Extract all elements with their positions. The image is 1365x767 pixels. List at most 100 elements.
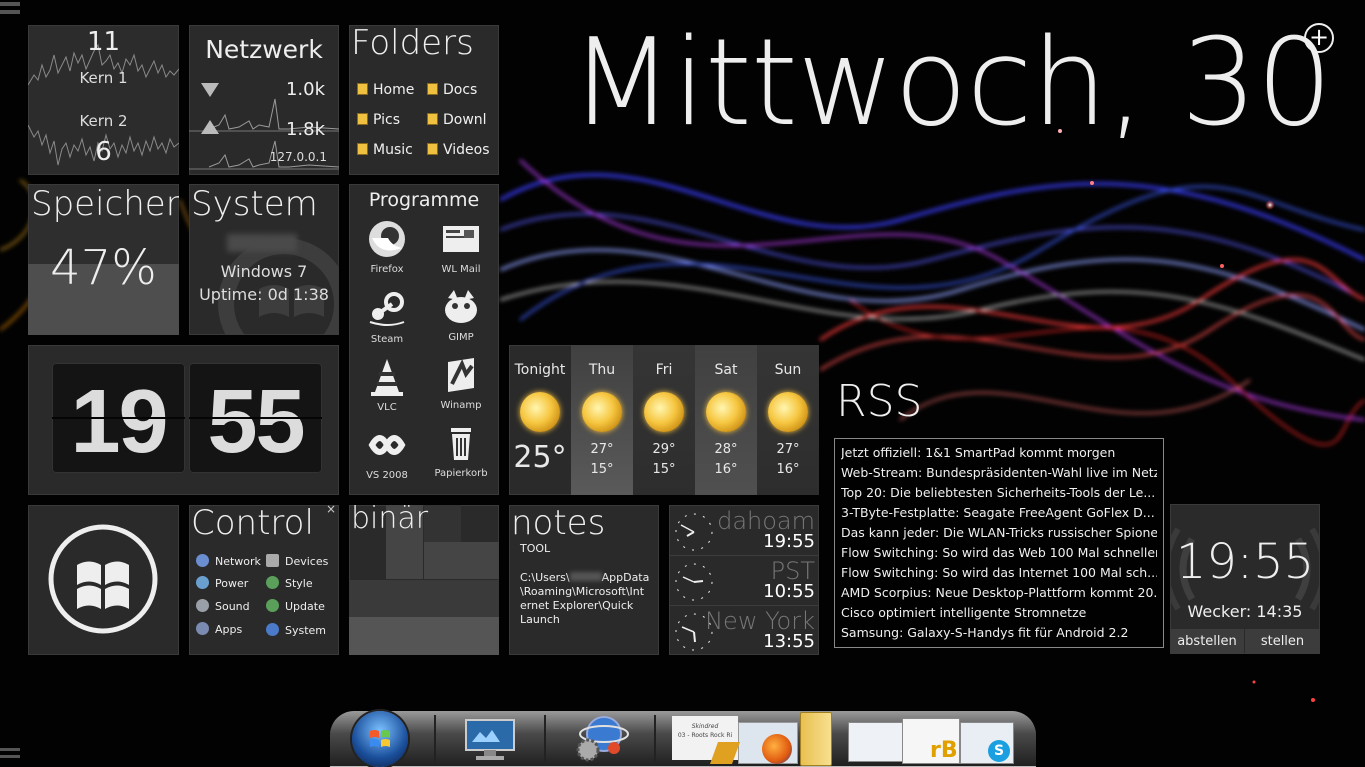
flip-divider xyxy=(189,417,322,419)
program-steam[interactable]: Steam xyxy=(352,288,422,345)
memory-tile[interactable]: Speicher 47% xyxy=(28,184,179,335)
folder-label: Music xyxy=(373,142,413,158)
weather-day-name: Tonight xyxy=(514,362,566,378)
close-icon[interactable]: × xyxy=(326,505,336,516)
add-widget-button[interactable]: + xyxy=(1304,23,1334,53)
folder-link-home[interactable]: Home xyxy=(357,82,414,98)
core1-value: 11 xyxy=(86,27,121,57)
city-time: 13:55 xyxy=(763,631,815,652)
rss-item[interactable]: Flow Switching: So wird das Web 100 Mal … xyxy=(841,543,1157,563)
rss-item[interactable]: Cisco optimiert intelligente Stromnetze xyxy=(841,603,1157,623)
world-clocks-tile: dahoam 19:55 PST 10:55 New York 13:55 xyxy=(669,505,819,655)
rss-item[interactable]: Das kann jeder: Die WLAN-Tricks russisch… xyxy=(841,523,1157,543)
program-label: VS 2008 xyxy=(366,470,408,481)
program-vlc[interactable]: VLC xyxy=(352,356,422,413)
flip-minutes: 55 xyxy=(189,363,322,473)
program-firefox[interactable]: Firefox xyxy=(352,218,422,275)
system-title: System xyxy=(191,184,318,224)
dock-separator xyxy=(544,715,546,763)
rss-item[interactable]: Jetzt offiziell: 1&1 SmartPad kommt morg… xyxy=(841,443,1157,463)
weather-low: 16° xyxy=(776,462,800,477)
start-button-tile[interactable] xyxy=(28,505,179,655)
weather-current-temp: 25° xyxy=(513,440,567,475)
os-name: Windows 7 xyxy=(220,262,308,281)
folder-icon xyxy=(427,83,438,95)
core2-value: 6 xyxy=(95,137,112,167)
weather-low: 15° xyxy=(590,462,614,477)
program-recycle-bin[interactable]: Papierkorb xyxy=(426,422,496,479)
binary-cell xyxy=(386,542,423,579)
flip-divider xyxy=(52,417,185,419)
core1-label: Kern 1 xyxy=(79,69,128,87)
notes-line: C:\Users\ xyxy=(520,571,570,584)
weather-tile[interactable]: Tonight 25° Thu 27° 15° Fri 29° 15° Sat … xyxy=(509,345,819,495)
analog-clock-icon xyxy=(675,563,713,601)
firefox-icon xyxy=(369,221,405,257)
control-style[interactable]: Style xyxy=(266,576,313,590)
notes-title: notes xyxy=(511,505,606,543)
control-sound[interactable]: Sound xyxy=(196,599,250,613)
track-subtitle: 03 - Roots Rock Ri xyxy=(677,732,733,739)
folder-label: Pics xyxy=(373,112,401,128)
notes-tile[interactable]: notes TOOL C:\Users\ AppData \Roaming\Mic… xyxy=(509,505,659,655)
control-system[interactable]: System xyxy=(266,623,326,637)
settings-gear-globe-icon[interactable] xyxy=(572,712,630,764)
rss-item[interactable]: Flow Switching: So wird das Internet 100… xyxy=(841,563,1157,583)
uptime: Uptime: 0d 1:38 xyxy=(199,285,329,304)
program-wl-mail[interactable]: WL Mail xyxy=(426,218,496,275)
window-thumbnail[interactable] xyxy=(848,722,904,762)
folder-icon xyxy=(357,113,368,125)
blurred-computer-name xyxy=(227,234,297,252)
rss-item[interactable]: 3-TByte-Festplatte: Seagate FreeAgent Go… xyxy=(841,503,1157,523)
alarm-set-button[interactable]: stellen xyxy=(1245,629,1320,654)
control-network[interactable]: Network xyxy=(196,554,261,568)
style-palette-icon xyxy=(266,576,279,589)
program-vs2008[interactable]: VS 2008 xyxy=(352,424,422,481)
folder-link-music[interactable]: Music xyxy=(357,142,413,158)
windows-logo-icon xyxy=(48,524,158,634)
rss-item[interactable]: Web-Stream: Bundespräsidenten-Wahl live … xyxy=(841,463,1157,483)
program-gimp[interactable]: GIMP xyxy=(426,286,496,343)
control-label: System xyxy=(285,624,327,637)
control-update[interactable]: Update xyxy=(266,599,325,613)
core2-label: Kern 2 xyxy=(79,112,128,130)
system-tile[interactable]: System Windows 7 Uptime: 0d 1:38 xyxy=(189,184,339,335)
network-title: Netzwerk xyxy=(205,35,323,64)
control-label: Network xyxy=(215,555,261,568)
rss-item[interactable]: Samsung: Galaxy-S-Handys fit für Android… xyxy=(841,623,1157,643)
firefox-taskbar-icon[interactable] xyxy=(762,734,792,764)
control-label: Style xyxy=(285,577,313,590)
rb-app-icon[interactable]: rB xyxy=(930,738,958,763)
folder-label: Home xyxy=(373,82,415,98)
apps-icon xyxy=(196,622,209,635)
rss-item[interactable]: AMD Scorpius: Neue Desktop-Plattform kom… xyxy=(841,583,1157,603)
track-title: Skindred xyxy=(691,723,719,730)
city-time: 19:55 xyxy=(763,531,815,552)
control-power[interactable]: Power xyxy=(196,576,248,590)
download-arrow-icon xyxy=(201,83,219,97)
program-label: Firefox xyxy=(370,264,404,275)
folder-taskbar-icon[interactable] xyxy=(800,712,832,766)
alarm-dismiss-button[interactable]: abstellen xyxy=(1170,629,1244,654)
folder-link-downloads[interactable]: Downl xyxy=(427,112,487,128)
program-label: Winamp xyxy=(440,400,482,411)
sun-icon xyxy=(706,392,746,432)
edge-handle[interactable] xyxy=(0,2,20,22)
memory-percent: 47% xyxy=(50,240,157,296)
folder-link-pics[interactable]: Pics xyxy=(357,112,400,128)
edge-handle[interactable] xyxy=(0,748,20,762)
devices-icon xyxy=(266,554,279,567)
folder-link-videos[interactable]: Videos xyxy=(427,142,490,158)
dock-start-orb[interactable] xyxy=(352,711,408,767)
steam-icon xyxy=(369,292,405,326)
windows-flag-icon xyxy=(370,730,390,747)
folder-link-docs[interactable]: Docs xyxy=(427,82,477,98)
program-winamp[interactable]: Winamp xyxy=(426,354,496,411)
skype-icon[interactable]: S xyxy=(988,740,1010,762)
control-apps[interactable]: Apps xyxy=(196,622,242,636)
rss-item[interactable]: Top 20: Die beliebtesten Sicherheits-Too… xyxy=(841,483,1157,503)
network-tile[interactable]: Netzwerk 1.0k 1.8k 127.0.0.1 xyxy=(189,25,339,175)
cpu-meter-tile[interactable]: 11 Kern 1 Kern 2 6 xyxy=(28,25,179,175)
desktop-monitor-icon[interactable] xyxy=(462,716,518,762)
control-devices[interactable]: Devices xyxy=(266,554,328,568)
